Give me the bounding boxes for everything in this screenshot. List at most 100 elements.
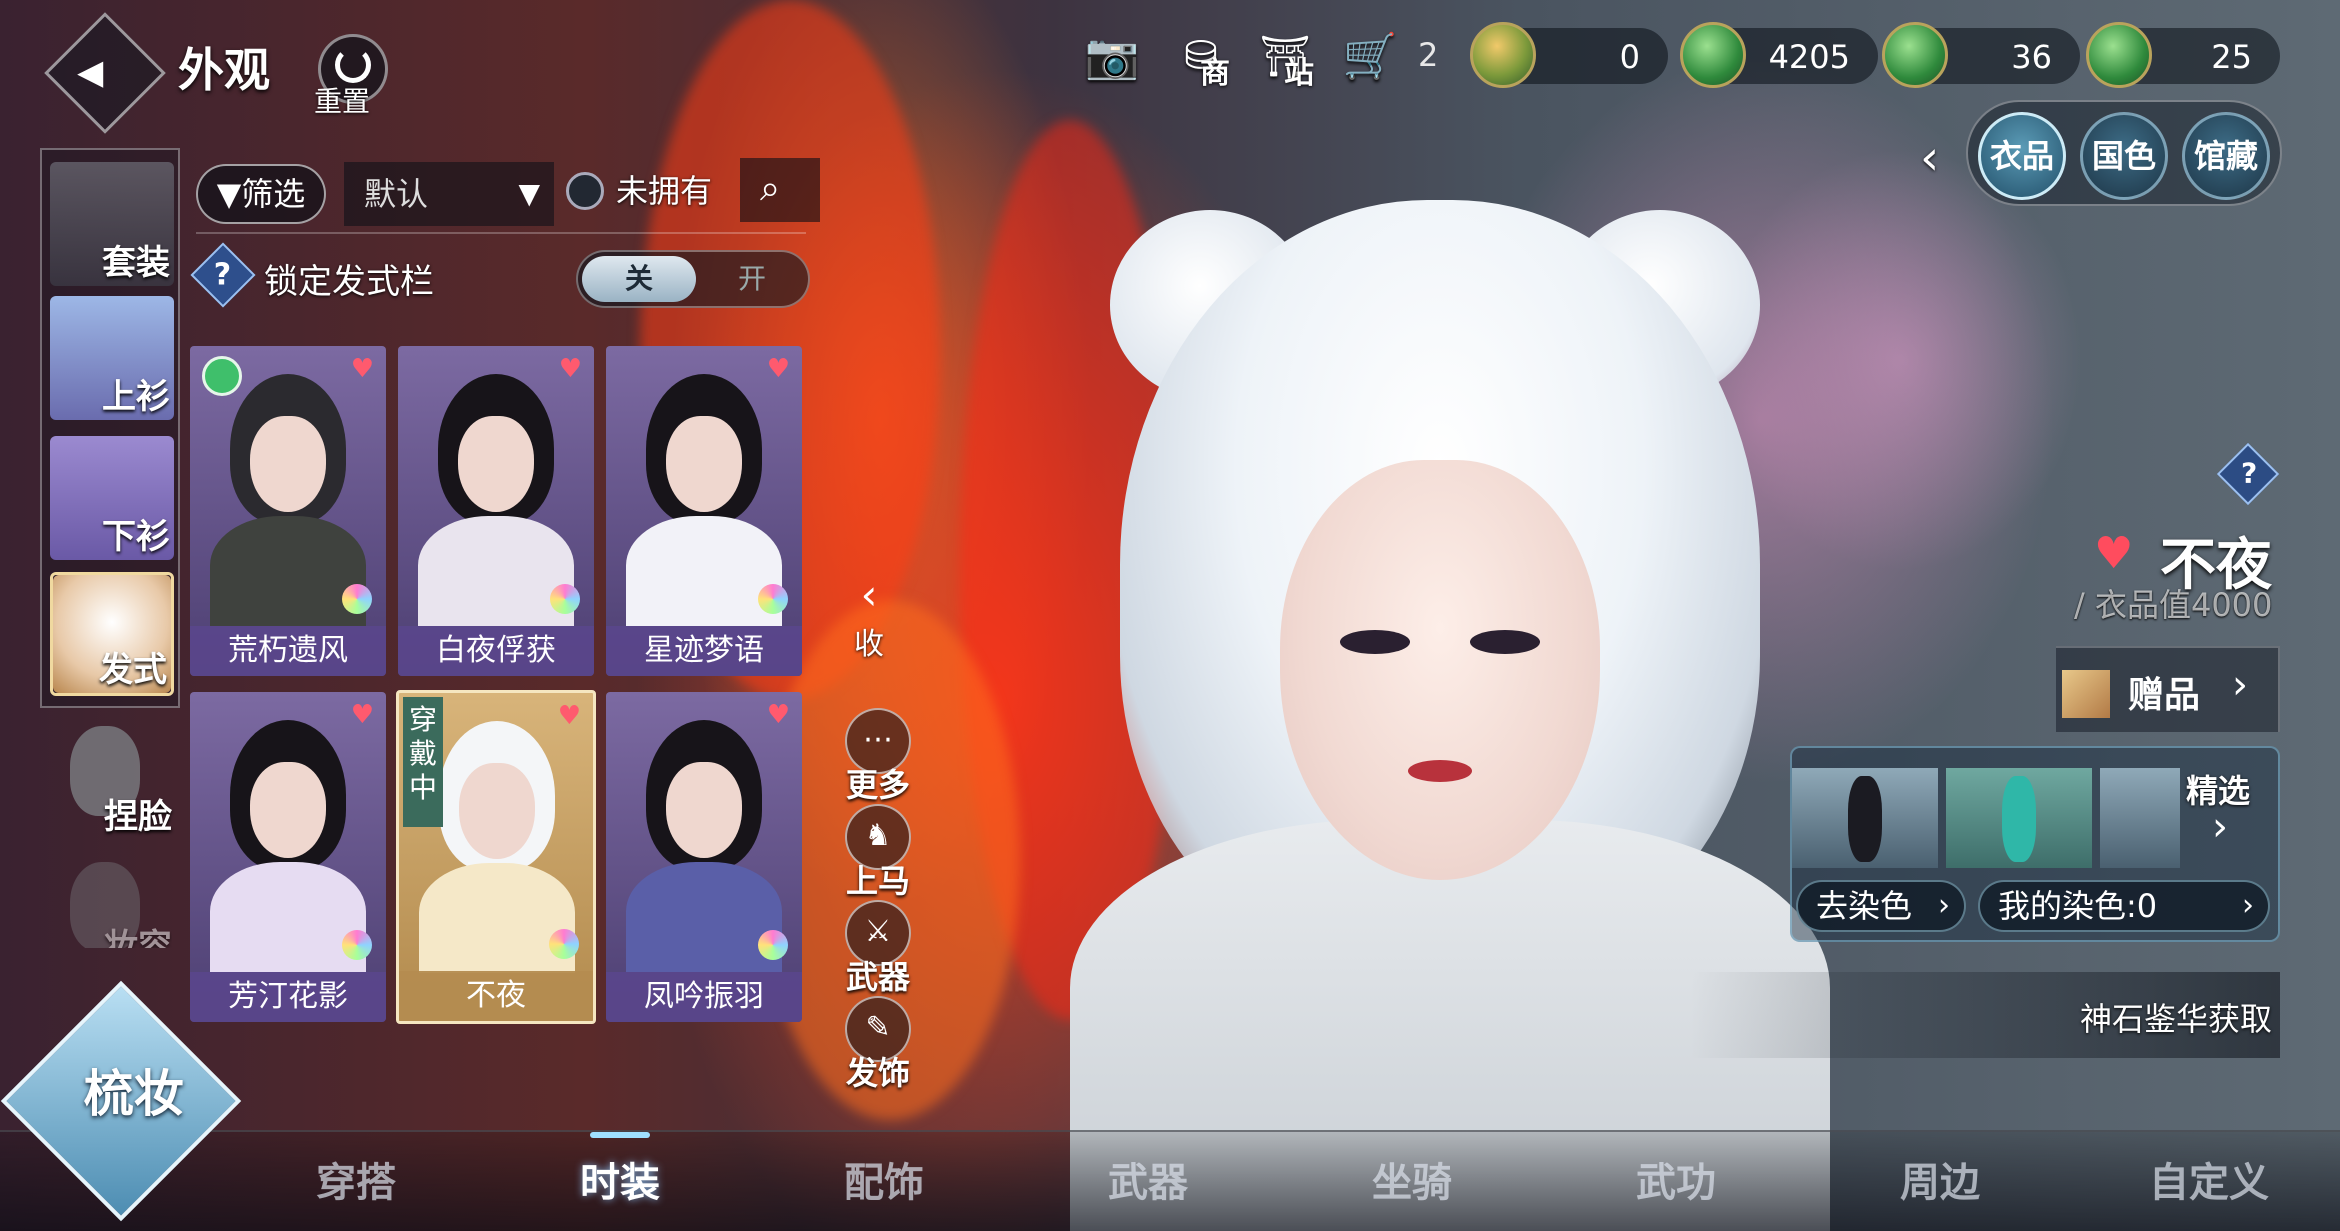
my-dyes-label: 我的染色:0 [1998, 887, 2158, 925]
cart-icon[interactable]: 🛒 [1340, 28, 1400, 84]
nav-tab-fashion[interactable]: 时装 [530, 1132, 710, 1208]
sidebar-item-label: 下衫 [102, 517, 170, 557]
collapse-button[interactable]: ‹ 收 [846, 570, 892, 663]
page-title: 外观 [178, 43, 270, 97]
favorite-heart-icon[interactable]: ♥ [767, 354, 790, 384]
favorite-heart-icon[interactable]: ♥ [559, 354, 582, 384]
favorite-heart-icon[interactable]: ♥ [351, 354, 374, 384]
camera-icon[interactable]: 📷 [1082, 28, 1142, 84]
sort-dropdown[interactable]: 默认 ▼ [344, 162, 554, 226]
nav-tab-mounts[interactable]: 坐骑 [1322, 1150, 1502, 1208]
nav-tab-merch[interactable]: 周边 [1850, 1150, 2030, 1208]
favorite-heart-icon[interactable]: ♥ [2094, 528, 2133, 579]
currency-value: 0 [1619, 38, 1640, 76]
toggle-on-option[interactable]: 开 [698, 256, 806, 302]
dye-orb-icon [758, 930, 788, 960]
clothing-grade-value: / 衣品值4000 [2074, 586, 2273, 624]
item-card[interactable]: ♥ 荒朽遗风 [190, 346, 386, 676]
dye-orb-icon [342, 930, 372, 960]
source-info: 神石鉴华获取 [1690, 972, 2280, 1058]
nav-tab-custom[interactable]: 自定义 [2114, 1150, 2304, 1208]
search-icon: ⌕ [760, 168, 781, 209]
dye-orb-icon [550, 584, 580, 614]
favorite-heart-icon[interactable]: ♥ [767, 700, 790, 730]
sidebar-item-label: 妆容 [104, 927, 172, 948]
chevron-right-icon: › [2242, 888, 2254, 923]
favorite-heart-icon[interactable]: ♥ [558, 701, 581, 731]
sidebar-item-makeup[interactable]: 妆容 [48, 852, 172, 948]
nav-tab-martial-arts[interactable]: 武功 [1586, 1150, 1766, 1208]
item-card[interactable]: ♥ 白夜俘获 [398, 346, 594, 676]
lock-hairstyle-toggle[interactable]: 关 开 [576, 250, 810, 308]
tab-clothing-grade[interactable]: 衣品 [1978, 112, 2066, 200]
refresh-icon [335, 47, 371, 83]
dye-preview-thumb[interactable] [2100, 768, 2180, 868]
tab-national-color[interactable]: 国色 [2080, 112, 2168, 200]
character-lips [1408, 760, 1472, 782]
filter-button[interactable]: ▼筛选 [196, 164, 326, 224]
favorite-heart-icon[interactable]: ♥ [351, 700, 374, 730]
hair-accessory-label: 发饰 [845, 1054, 910, 1092]
sort-value: 默认 [364, 175, 429, 213]
filter-label: 筛选 [241, 175, 306, 213]
character-eye [1340, 630, 1410, 654]
sidebar-item-top[interactable]: 上衫 [50, 296, 174, 420]
item-card[interactable]: ♥ 星迹梦语 [606, 346, 802, 676]
portrait-body [210, 516, 366, 626]
currency-green-jade-3[interactable]: 25 [2086, 22, 2280, 88]
gift-button[interactable]: 赠品 › [2056, 646, 2280, 732]
chevron-right-icon[interactable]: › [2212, 804, 2228, 850]
item-card-selected[interactable]: 穿戴中 ♥ 不夜 [396, 690, 596, 1024]
item-name: 星迹梦语 [606, 626, 802, 676]
portrait-face [250, 416, 326, 512]
nav-tab-weapons[interactable]: 武器 [1058, 1150, 1238, 1208]
sidebar-item-outfit[interactable]: 套装 [50, 162, 174, 286]
more-button[interactable]: ⋯ 更多 [842, 708, 914, 806]
portrait-face [666, 416, 742, 512]
currency-value: 36 [2011, 38, 2052, 76]
character-eye [1470, 630, 1540, 654]
hair-accessory-button[interactable]: ✎ 发饰 [842, 996, 914, 1094]
nav-tab-accessories[interactable]: 配饰 [794, 1150, 974, 1208]
character-preview[interactable] [1070, 200, 1830, 1231]
dye-preview-thumb[interactable] [1792, 768, 1938, 868]
currency-jade[interactable]: 0 [1470, 22, 1668, 88]
dye-preview-thumb[interactable] [1946, 768, 2092, 868]
mount-button[interactable]: ♞ 上马 [842, 804, 914, 902]
currency-green-jade-2[interactable]: 36 [1882, 22, 2080, 88]
mount-label: 上马 [845, 862, 910, 900]
dye-orb-icon [342, 584, 372, 614]
tab-collection[interactable]: 馆藏 [2182, 112, 2270, 200]
filter-icon: ▼ [216, 175, 242, 213]
sidebar-item-hairstyle[interactable]: 发式 [50, 572, 174, 696]
my-dyes-button[interactable]: 我的染色:0 › [1978, 880, 2270, 932]
undye-button[interactable]: 去染色 › [1796, 880, 1966, 932]
green-jade-plus-icon [1680, 22, 1746, 88]
weapon-button[interactable]: ⚔ 武器 [842, 900, 914, 998]
gift-thumbnail [2062, 670, 2110, 718]
currency-green-jade[interactable]: 4205 [1680, 22, 1878, 88]
weapon-label: 武器 [845, 958, 910, 996]
portrait-face [250, 762, 326, 858]
portrait-body [626, 516, 782, 626]
item-name: 凤吟振羽 [606, 972, 802, 1022]
chevron-down-icon: ▼ [518, 177, 540, 210]
item-name: 白夜俘获 [398, 626, 594, 676]
more-label: 更多 [845, 766, 910, 804]
toggle-off-option[interactable]: 关 [582, 256, 696, 302]
search-button[interactable]: ⌕ [740, 158, 820, 222]
item-card[interactable]: ♥ 凤吟振羽 [606, 692, 802, 1022]
lock-hairstyle-label: 锁定发式栏 [264, 262, 434, 302]
portrait-body [419, 863, 575, 973]
chevron-left-icon[interactable]: ‹ [1920, 130, 1939, 186]
green-jade-plus-icon [2086, 22, 2152, 88]
sidebar-item-face[interactable]: 捏脸 [48, 716, 172, 840]
nav-tab-outfit[interactable]: 穿搭 [266, 1150, 446, 1208]
item-card[interactable]: ♥ 芳汀花影 [190, 692, 386, 1022]
sidebar-item-bottom[interactable]: 下衫 [50, 436, 174, 560]
dye-orb-icon [549, 929, 579, 959]
portrait-face [666, 762, 742, 858]
cart-count: 2 [1418, 36, 1439, 74]
not-owned-checkbox[interactable] [566, 172, 604, 210]
figure-thumbnail [2002, 776, 2036, 862]
